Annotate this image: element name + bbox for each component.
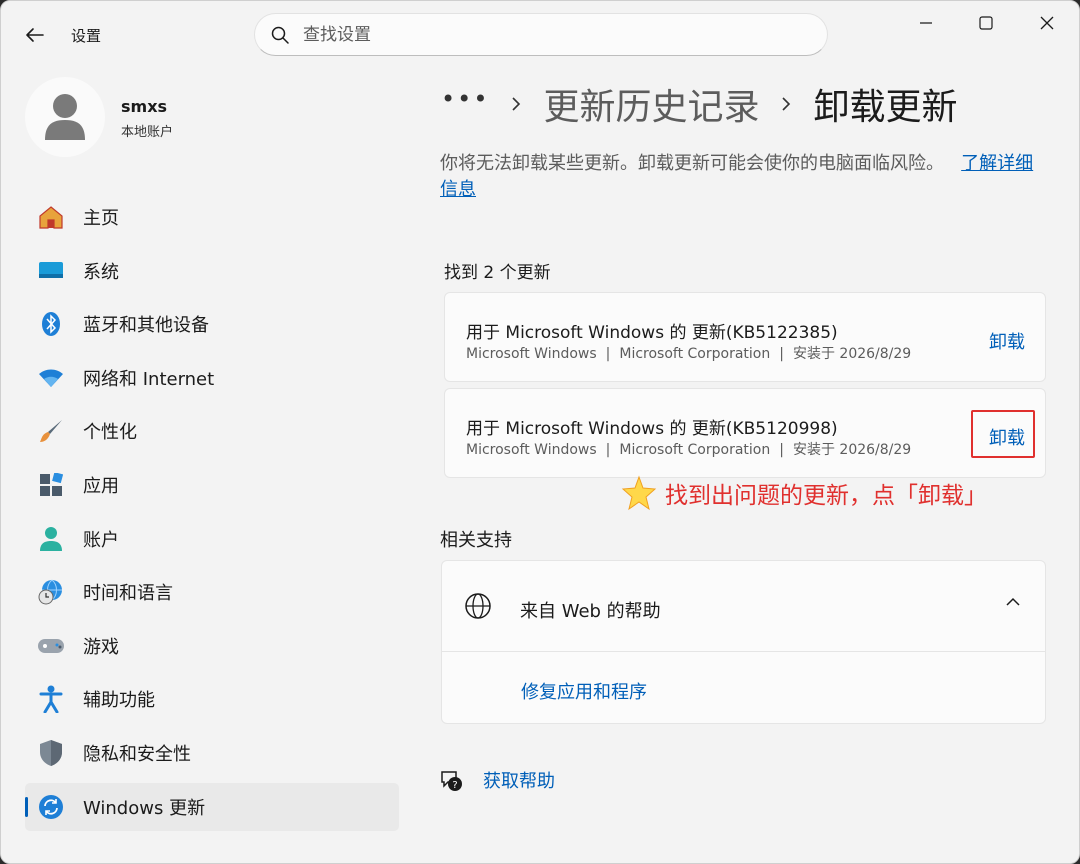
- monitor-icon: [37, 257, 65, 285]
- sidebar-item-time-language[interactable]: 时间和语言: [25, 568, 399, 616]
- globe-icon: [465, 593, 491, 619]
- get-help-link[interactable]: ? 获取帮助: [439, 767, 555, 793]
- app-title: 设置: [71, 27, 102, 45]
- meta-separator: |: [605, 442, 611, 458]
- page-title: 卸载更新: [813, 87, 958, 128]
- annotation-text: 找到出问题的更新，点「卸载」: [665, 483, 987, 509]
- user-profile[interactable]: smxs 本地账户: [25, 77, 385, 157]
- breadcrumb-more-button[interactable]: •••: [441, 85, 489, 113]
- sidebar-item-label: 蓝牙和其他设备: [83, 315, 209, 337]
- update-meta: Microsoft Windows | Microsoft Corporation |…: [466, 439, 911, 459]
- description-text: 你将无法卸载某些更新。卸载更新可能会使你的电脑面临风险。: [440, 153, 944, 174]
- breadcrumb-update-history[interactable]: 更新历史记录: [543, 78, 759, 130]
- sidebar-item-gaming[interactable]: 游戏: [25, 622, 399, 670]
- account-icon: [37, 525, 65, 553]
- back-arrow-icon: [26, 28, 44, 42]
- chevron-right-icon: [781, 96, 791, 112]
- chevron-up-icon: [1006, 597, 1020, 606]
- avatar: [25, 77, 105, 157]
- minimize-icon: [920, 22, 932, 24]
- sync-icon: [37, 793, 65, 821]
- sidebar-item-apps[interactable]: 应用: [25, 461, 399, 509]
- repair-apps-link[interactable]: 修复应用和程序: [521, 678, 647, 704]
- accessibility-icon: [37, 685, 65, 714]
- sidebar-item-label: 应用: [83, 475, 119, 497]
- uninstall-button[interactable]: 卸载: [989, 328, 1025, 354]
- page-description: 你将无法卸载某些更新。卸载更新可能会使你的电脑面临风险。 了解详细信息: [440, 151, 1040, 203]
- chevron-right-icon: [511, 96, 521, 112]
- brush-icon: [37, 417, 65, 445]
- maximize-button[interactable]: [963, 7, 1009, 39]
- breadcrumb: ••• 更新历史记录 卸载更新: [441, 79, 958, 129]
- sidebar-item-label: 主页: [83, 208, 119, 229]
- sidebar-item-home[interactable]: 主页: [25, 193, 399, 241]
- wifi-icon: [37, 364, 65, 392]
- minimize-button[interactable]: [903, 7, 949, 39]
- search-input[interactable]: [303, 24, 763, 45]
- sidebar-item-label: 隐私和安全性: [83, 743, 191, 765]
- sidebar-item-label: 个性化: [83, 422, 137, 444]
- help-web-label: 来自 Web 的帮助: [520, 601, 661, 622]
- update-meta: Microsoft Windows | Microsoft Corporation |…: [466, 343, 911, 363]
- update-product: Microsoft Windows: [466, 442, 597, 458]
- update-card: 用于 Microsoft Windows 的 更新(KB5122385) Mic…: [444, 292, 1046, 382]
- title-bar: 设置: [1, 1, 1079, 67]
- search-box[interactable]: [254, 13, 828, 56]
- sidebar-item-label: Windows 更新: [83, 797, 206, 819]
- update-installed-date: 安装于 2026/8/29: [792, 442, 912, 458]
- bluetooth-icon: [37, 310, 65, 338]
- sidebar-item-label: 游戏: [83, 636, 119, 658]
- sidebar-item-network[interactable]: 网络和 Internet: [25, 354, 399, 402]
- settings-window: 设置 smxs 本地账户: [0, 0, 1080, 864]
- update-publisher: Microsoft Corporation: [619, 346, 771, 362]
- gamepad-icon: [37, 632, 65, 660]
- user-silhouette-icon: [45, 94, 85, 140]
- sidebar-item-personalization[interactable]: 个性化: [25, 407, 399, 455]
- meta-separator: |: [779, 346, 784, 362]
- update-publisher: Microsoft Corporation: [619, 442, 771, 458]
- sidebar-item-windows-update[interactable]: Windows 更新: [25, 782, 399, 831]
- update-product: Microsoft Windows: [466, 346, 597, 362]
- help-card: 来自 Web 的帮助 修复应用和程序: [441, 560, 1046, 724]
- svg-text:?: ?: [452, 780, 457, 791]
- sidebar-item-bluetooth[interactable]: 蓝牙和其他设备: [25, 300, 399, 348]
- maximize-icon: [979, 16, 993, 30]
- sidebar-item-label: 账户: [83, 529, 119, 551]
- update-card: 用于 Microsoft Windows 的 更新(KB5120998) Mic…: [444, 388, 1046, 478]
- search-icon: [271, 26, 289, 44]
- home-icon: [37, 203, 65, 231]
- sidebar-nav: 主页 系统 蓝牙和其他设备 网络和 Internet 个性化 应用 账户 时间和…: [25, 193, 399, 836]
- close-button[interactable]: [1024, 7, 1070, 39]
- meta-separator: |: [779, 442, 784, 458]
- apps-icon: [37, 471, 65, 499]
- update-installed-date: 安装于 2026/8/29: [792, 346, 912, 362]
- account-type: 本地账户: [121, 125, 174, 140]
- sidebar-item-accessibility[interactable]: 辅助功能: [25, 675, 399, 723]
- help-web-expander[interactable]: 来自 Web 的帮助: [442, 561, 1045, 652]
- back-button[interactable]: [19, 21, 51, 49]
- update-title: 用于 Microsoft Windows 的 更新(KB5122385): [466, 323, 838, 343]
- user-name: smxs: [121, 97, 168, 116]
- meta-separator: |: [605, 346, 611, 362]
- sidebar-item-label: 网络和 Internet: [83, 368, 215, 390]
- star-icon: [621, 475, 657, 511]
- close-icon: [1040, 16, 1054, 30]
- highlight-box: [971, 410, 1035, 458]
- sidebar-item-system[interactable]: 系统: [25, 247, 399, 295]
- shield-icon: [37, 739, 65, 767]
- get-help-label: 获取帮助: [483, 771, 555, 792]
- annotation-tip: 找到出问题的更新，点「卸载」: [621, 475, 987, 511]
- sidebar-item-accounts[interactable]: 账户: [25, 515, 399, 563]
- help-chat-icon: ?: [441, 771, 462, 791]
- globe-clock-icon: [37, 578, 65, 606]
- sidebar-item-privacy[interactable]: 隐私和安全性: [25, 729, 399, 777]
- sidebar-item-label: 时间和语言: [83, 583, 173, 605]
- related-support-title: 相关支持: [440, 530, 512, 551]
- sidebar-item-label: 系统: [83, 261, 119, 283]
- sidebar-item-label: 辅助功能: [83, 690, 155, 712]
- found-count: 找到 2 个更新: [444, 263, 551, 283]
- update-title: 用于 Microsoft Windows 的 更新(KB5120998): [466, 419, 838, 439]
